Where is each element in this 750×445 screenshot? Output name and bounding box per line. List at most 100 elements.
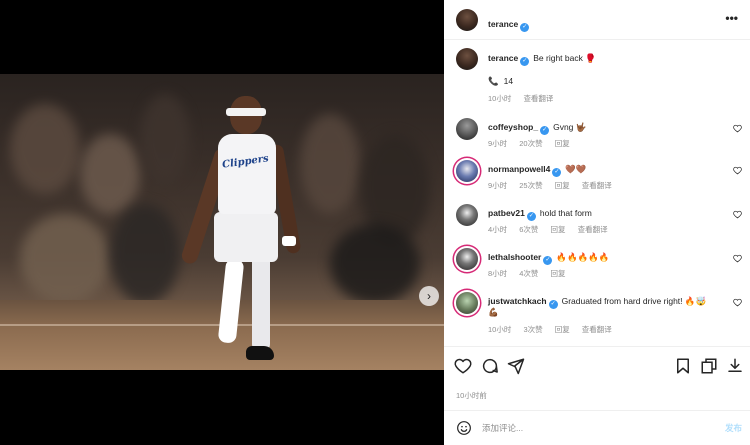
avatar[interactable] [456, 9, 478, 31]
translate-link[interactable]: 查看翻译 [582, 325, 612, 334]
share-plane-icon[interactable] [507, 357, 525, 375]
comment-meta: 8小时 4次赞 回复 [488, 268, 566, 279]
avatar[interactable] [456, 292, 478, 314]
post-comment-button[interactable]: 发布 [725, 422, 742, 434]
comment-line: lethalshooter ✓ 🔥🔥🔥🔥🔥 [488, 252, 609, 265]
action-bar [444, 346, 750, 386]
comment-text: 🤎🤎 [565, 164, 587, 174]
heart-icon[interactable] [733, 124, 742, 133]
comment-text-continued: 💪🏾 [488, 307, 499, 317]
comment-item: patbev21 ✓ hold that form 4小时 6次赞 回复 查看翻译 [456, 204, 746, 240]
avatar[interactable] [456, 160, 478, 182]
crowd-blur [110, 204, 180, 304]
verified-icon: ✓ [552, 168, 562, 177]
comment-likes[interactable]: 6次赞 [519, 225, 538, 234]
reply-link[interactable]: 回复 [551, 269, 566, 278]
comment-time: 9小时 [488, 139, 508, 148]
comment-likes[interactable]: 3次赞 [523, 325, 542, 334]
comment-line: normanpowell4 ✓ 🤎🤎 [488, 164, 587, 177]
comment-username[interactable]: patbev21 [488, 208, 525, 218]
avatar[interactable] [456, 248, 478, 270]
comment-likes[interactable]: 4次赞 [519, 269, 538, 278]
carousel-next-button[interactable]: › [419, 286, 439, 306]
phone-icon: 📞 [488, 76, 499, 86]
player-leg [217, 258, 245, 344]
comment-text: hold that form [539, 208, 592, 218]
comment-text: Graduated from hard drive right! 🔥🤯 [561, 296, 707, 306]
author-username[interactable]: terance [488, 19, 518, 29]
verified-icon: ✓ [540, 126, 550, 135]
comment-text: 🔥🔥🔥🔥🔥 [556, 252, 610, 262]
avatar[interactable] [456, 204, 478, 226]
comment-likes[interactable]: 25次赞 [519, 181, 542, 190]
reply-link[interactable]: 回复 [555, 325, 570, 334]
player-leg [252, 254, 270, 352]
translate-link[interactable]: 查看翻译 [523, 94, 553, 103]
comment-input[interactable] [482, 419, 702, 437]
caption-likes: 📞 14 [488, 76, 513, 87]
reply-link[interactable]: 回复 [551, 225, 566, 234]
player-jersey [218, 134, 276, 214]
comment-meta: 9小时 25次赞 回复 查看翻译 [488, 180, 612, 191]
heart-icon[interactable] [733, 254, 742, 263]
caption-likes-count: 14 [503, 76, 514, 86]
post-photo[interactable]: Clippers › [0, 74, 444, 370]
more-options-icon[interactable]: ••• [725, 11, 738, 25]
player-figure: Clippers [179, 94, 316, 364]
comment-item: justwatchkach ✓ Graduated from hard drive … [456, 292, 746, 336]
comment-line-continued: 💪🏾 [488, 307, 499, 318]
verified-icon: ✓ [520, 23, 530, 32]
comment-line: coffeyshop_ ✓ Gvng 🤟🏾 [488, 122, 586, 135]
player-shoe [246, 346, 274, 360]
crowd-blur [140, 94, 190, 184]
verified-icon: ✓ [548, 300, 558, 309]
comment-item: lethalshooter ✓ 🔥🔥🔥🔥🔥 8小时 4次赞 回复 [456, 248, 746, 284]
caption-meta: 10小时 查看翻译 [488, 93, 553, 104]
heart-icon[interactable] [733, 166, 742, 175]
comment-username[interactable]: lethalshooter [488, 252, 541, 262]
avatar[interactable] [456, 118, 478, 140]
headband [226, 108, 266, 116]
like-heart-icon[interactable] [454, 357, 472, 375]
comment-likes[interactable]: 20次赞 [519, 139, 542, 148]
post-header: terance ✓ ••• [444, 0, 750, 40]
caption-line: terance ✓ Be right back 🥊 [488, 53, 596, 66]
copy-duplicate-icon[interactable] [700, 357, 718, 375]
author-name-row: terance ✓ [488, 14, 530, 32]
comment-meta: 10小时 3次赞 回复 查看翻译 [488, 324, 612, 335]
verified-icon: ✓ [520, 57, 530, 66]
reply-link[interactable]: 回复 [555, 181, 570, 190]
verified-icon: ✓ [526, 212, 536, 221]
crowd-blur [20, 214, 110, 304]
comment-bubble-icon[interactable] [481, 357, 499, 375]
media-pane: Clippers › [0, 0, 444, 445]
wristband [282, 236, 296, 246]
comment-username[interactable]: justwatchkach [488, 296, 547, 306]
bookmark-icon[interactable] [674, 357, 692, 375]
comment-item: coffeyshop_ ✓ Gvng 🤟🏾 9小时 20次赞 回复 [456, 118, 746, 154]
comment-time: 8小时 [488, 269, 508, 278]
translate-link[interactable]: 查看翻译 [578, 225, 608, 234]
verified-icon: ✓ [543, 256, 553, 265]
comment-username[interactable]: normanpowell4 [488, 164, 550, 174]
post-timestamp: 10小时前 [456, 391, 487, 400]
comment-item: normanpowell4 ✓ 🤎🤎 9小时 25次赞 回复 查看翻译 [456, 160, 746, 196]
heart-icon[interactable] [733, 298, 742, 307]
caption-time: 10小时 [488, 94, 512, 103]
comment-text: Gvng 🤟🏾 [553, 122, 587, 132]
comment-line: justwatchkach ✓ Graduated from hard drive … [488, 296, 706, 309]
comment-meta: 4小时 6次赞 回复 查看翻译 [488, 224, 608, 235]
comment-time: 10小时 [488, 325, 512, 334]
reply-link[interactable]: 回复 [555, 139, 570, 148]
comment-composer: 发布 [444, 410, 750, 445]
caption-username[interactable]: terance [488, 53, 518, 63]
crowd-blur [330, 224, 420, 304]
post-details-panel: terance ✓ ••• terance ✓ Be right back 🥊 📞 14… [444, 0, 750, 445]
translate-link[interactable]: 查看翻译 [582, 181, 612, 190]
emoji-icon[interactable] [456, 420, 472, 436]
avatar[interactable] [456, 48, 478, 70]
player-shorts [214, 212, 278, 262]
comment-username[interactable]: coffeyshop_ [488, 122, 538, 132]
heart-icon[interactable] [733, 210, 742, 219]
download-icon[interactable] [726, 357, 744, 375]
